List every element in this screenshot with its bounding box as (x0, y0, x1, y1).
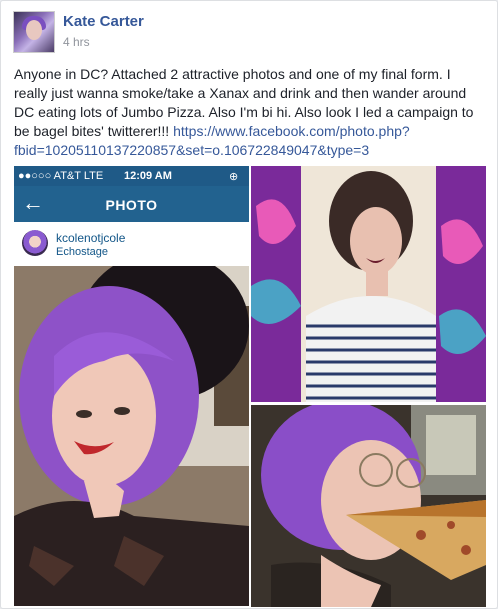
selfie-image (14, 266, 249, 606)
instagram-user-avatar (22, 230, 48, 256)
photo-eating-pizza[interactable] (251, 405, 486, 607)
author-name[interactable]: Kate Carter (63, 13, 144, 30)
photo-instagram-screenshot[interactable]: ●●○○○ AT&T LTE 12:09 AM ⊕ ▭ ← PHOTO kcol… (14, 166, 249, 606)
instagram-username: kcolenotjcole (56, 231, 126, 245)
carrier-status: ●●○○○ AT&T LTE (18, 170, 104, 182)
nav-title: PHOTO (105, 197, 158, 213)
photo-striped-shirt[interactable] (251, 166, 486, 402)
avatar-face (26, 20, 42, 40)
author-avatar[interactable] (13, 11, 55, 53)
selfie-illustration (14, 266, 249, 606)
phone-status-bar: ●●○○○ AT&T LTE 12:09 AM ⊕ ▭ (14, 166, 249, 196)
instagram-user-row: kcolenotjcole Echostage (14, 222, 249, 267)
striped-shirt-illustration (251, 166, 486, 402)
instagram-location: Echostage (56, 246, 108, 258)
pizza-illustration (251, 405, 486, 607)
post-card: Kate Carter 4 hrs Anyone in DC? Attached… (0, 0, 498, 609)
post-timestamp[interactable]: 4 hrs (63, 35, 90, 49)
clock: 12:09 AM (124, 170, 172, 182)
instagram-nav-bar: ← PHOTO (14, 186, 249, 222)
post-body: Anyone in DC? Attached 2 attractive phot… (14, 65, 486, 160)
